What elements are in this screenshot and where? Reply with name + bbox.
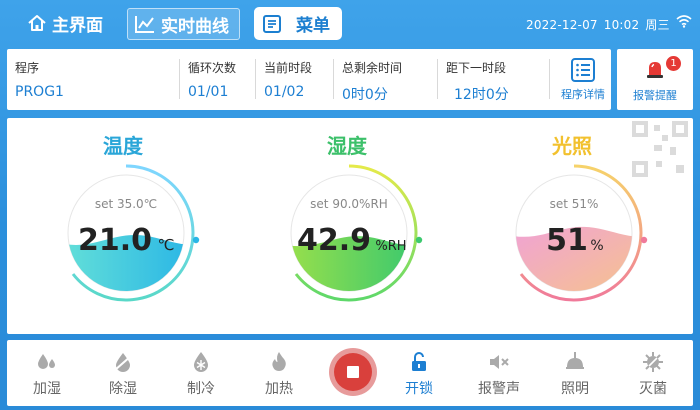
- humidity-gauge: set 90.0%RH 42.9 %RH: [290, 164, 423, 302]
- humidify-button[interactable]: 加湿: [17, 340, 77, 406]
- sterilize-button[interactable]: 灭菌: [623, 340, 683, 406]
- stop-button[interactable]: [329, 348, 377, 396]
- virus-icon: [643, 352, 663, 372]
- stop-button-inner: [334, 353, 372, 391]
- realtime-curve-tab[interactable]: 实时曲线: [127, 8, 240, 40]
- program-detail-button[interactable]: 程序详情: [558, 55, 608, 105]
- temperature-gauge: set 35.0℃ 21.0 ℃: [67, 164, 200, 302]
- light-gauge: set 51% 51 %: [515, 164, 648, 302]
- wifi-icon: [676, 15, 692, 28]
- home-icon: [28, 15, 46, 31]
- lamp-icon: [566, 352, 584, 369]
- sterilize-label: 灭菌: [639, 381, 667, 397]
- heat-label: 加热: [265, 381, 293, 397]
- list-detail-icon: [571, 58, 595, 82]
- alarm-reminder-label: 报警提醒: [633, 89, 677, 102]
- temperature-title: 温度: [103, 134, 143, 158]
- alarm-siren-icon: [647, 62, 663, 78]
- top-bar: 主界面 实时曲线 菜单 2022-12-07 10:02 周三: [0, 0, 700, 46]
- lighting-label: 照明: [561, 381, 589, 397]
- remaining-value: 0时0分: [342, 87, 388, 103]
- light-value: 51: [546, 223, 588, 258]
- light-unit: %: [590, 238, 603, 254]
- next-segment-label: 距下一时段: [446, 61, 507, 75]
- humidity-title: 湿度: [327, 134, 367, 158]
- segment-cell: 当前时段 01/02: [256, 49, 336, 110]
- menu-list-icon: [263, 14, 281, 33]
- cycles-value: 01/01: [188, 84, 229, 100]
- menu-button[interactable]: 菜单: [254, 7, 342, 40]
- datetime-display: 2022-12-07 10:02 周三: [526, 16, 676, 33]
- gauges-panel: 温度 set 35.0℃ 21.0 ℃ 湿度 set 90.0%RH 42.9 …: [7, 118, 693, 334]
- remaining-cell: 总剩余时间 0时0分: [334, 49, 434, 110]
- date-text: 2022-12-07: [526, 18, 598, 32]
- alarm-sound-button[interactable]: 报警声: [469, 340, 529, 406]
- dehumidify-button[interactable]: 除湿: [93, 340, 153, 406]
- program-label: 程序: [15, 61, 40, 75]
- unlock-label: 开锁: [405, 381, 433, 397]
- home-nav-button[interactable]: 主界面: [27, 9, 103, 37]
- unlock-icon: [412, 352, 426, 371]
- cool-button[interactable]: 制冷: [171, 340, 231, 406]
- program-info-panel: 程序 PROG1 循环次数 01/01 当前时段 01/02 总剩余时间 0时0…: [7, 49, 611, 110]
- control-bar: 加湿 除湿 制冷 加热 开锁 报警声 照明 灭菌: [7, 340, 693, 406]
- lighting-button[interactable]: 照明: [545, 340, 605, 406]
- humidify-label: 加湿: [33, 381, 61, 397]
- cycles-label: 循环次数: [188, 61, 237, 75]
- cycles-cell: 循环次数 01/01: [180, 49, 260, 110]
- program-cell: 程序 PROG1: [7, 49, 177, 110]
- speaker-mute-icon: [490, 355, 509, 369]
- water-drops-icon: [38, 354, 55, 369]
- temperature-setpoint: set 35.0℃: [95, 197, 157, 211]
- time-text: 10:02: [603, 18, 640, 32]
- humidity-value: 42.9: [297, 223, 371, 258]
- stop-icon: [347, 366, 359, 378]
- segment-value: 01/02: [264, 84, 305, 100]
- light-title: 光照: [552, 134, 592, 158]
- segment-label: 当前时段: [264, 61, 313, 75]
- program-detail-label: 程序详情: [561, 88, 605, 101]
- unlock-button[interactable]: 开锁: [389, 340, 449, 406]
- realtime-curve-label: 实时曲线: [161, 16, 229, 37]
- next-segment-value: 12时0分: [454, 87, 509, 103]
- snowflake-icon: [194, 352, 208, 372]
- cool-label: 制冷: [187, 381, 215, 397]
- heat-button[interactable]: 加热: [249, 340, 309, 406]
- humidity-unit: %RH: [375, 239, 406, 254]
- line-chart-icon: [135, 16, 154, 33]
- light-setpoint: set 51%: [550, 197, 599, 211]
- menu-label: 菜单: [296, 16, 330, 36]
- alarm-sound-label: 报警声: [478, 381, 520, 397]
- weekday-text: 周三: [645, 18, 670, 32]
- flame-icon: [272, 352, 286, 371]
- alarm-count-badge: 1: [666, 56, 681, 71]
- divider: [549, 59, 550, 99]
- home-nav-label: 主界面: [52, 15, 103, 36]
- dehumidify-drop-icon: [114, 353, 132, 372]
- remaining-label: 总剩余时间: [342, 61, 403, 75]
- next-segment-cell: 距下一时段 12时0分: [438, 49, 548, 110]
- temperature-value: 21.0: [78, 223, 152, 258]
- humidity-setpoint: set 90.0%RH: [310, 197, 388, 211]
- dehumidify-label: 除湿: [109, 381, 137, 397]
- alarm-reminder-button[interactable]: 1 报警提醒: [617, 49, 693, 110]
- program-value: PROG1: [15, 84, 64, 100]
- temperature-unit: ℃: [158, 236, 175, 254]
